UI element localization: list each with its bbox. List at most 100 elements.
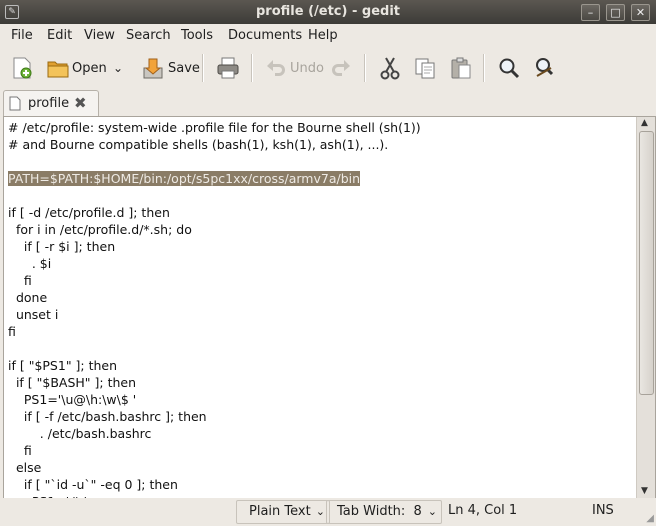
code-line-text: fi: [8, 324, 16, 339]
maximize-button[interactable]: □: [606, 4, 625, 21]
minimize-button[interactable]: –: [581, 4, 600, 21]
close-tab-icon[interactable]: ✖: [74, 94, 87, 112]
chevron-down-icon: ⌄: [315, 505, 325, 518]
resize-grip-icon[interactable]: ◢: [646, 513, 654, 524]
code-line-text: PS1='\u@\h:\w\$ ': [8, 392, 137, 407]
toolbar-separator: [483, 54, 485, 82]
undo-button[interactable]: Undo: [263, 52, 324, 84]
open-recent-dropdown[interactable]: ⌄: [113, 52, 123, 84]
code-line[interactable]: [8, 187, 633, 204]
open-folder-icon: [46, 56, 70, 80]
paste-clipboard-icon: [449, 56, 473, 80]
close-window-button[interactable]: ✕: [631, 4, 650, 21]
code-line-text: . /etc/bash.bashrc: [8, 426, 152, 441]
code-line-text: if [ "$PS1" ]; then: [8, 358, 118, 373]
code-line[interactable]: PS1='\u@\h:\w\$ ': [8, 391, 633, 408]
find-replace-button[interactable]: [533, 52, 557, 84]
code-line-text: . $i: [8, 256, 52, 271]
printer-icon: [216, 56, 240, 80]
tab-width-selector[interactable]: Tab Width: 8 ⌄: [326, 500, 442, 524]
code-line[interactable]: # and Bourne compatible shells (bash(1),…: [8, 136, 633, 153]
code-line[interactable]: [8, 153, 633, 170]
code-line[interactable]: unset i: [8, 306, 633, 323]
scroll-up-arrow-icon[interactable]: ▲: [641, 118, 648, 128]
code-line-text: if [ "$BASH" ]; then: [8, 375, 137, 390]
language-selector[interactable]: Plain Text ⌄: [236, 500, 330, 524]
save-icon: [141, 56, 165, 80]
undo-label: Undo: [290, 60, 324, 76]
title-bar: ✎ profile (/etc) - gedit – □ ✕: [0, 0, 656, 24]
redo-button[interactable]: [330, 52, 354, 84]
toolbar-separator: [364, 54, 366, 82]
scroll-down-arrow-icon[interactable]: ▼: [641, 486, 648, 496]
code-line-text: if [ -f /etc/bash.bashrc ]; then: [8, 409, 207, 424]
menu-tools[interactable]: Tools: [181, 28, 213, 43]
toolbar-separator: [202, 54, 204, 82]
code-line[interactable]: fi: [8, 272, 633, 289]
code-line[interactable]: if [ "$PS1" ]; then: [8, 357, 633, 374]
scrollbar-thumb[interactable]: [639, 131, 654, 395]
cut-button[interactable]: [378, 52, 402, 84]
code-line[interactable]: for i in /etc/profile.d/*.sh; do: [8, 221, 633, 238]
code-line-text: for i in /etc/profile.d/*.sh; do: [8, 222, 192, 237]
text-editor[interactable]: # /etc/profile: system-wide .profile fil…: [8, 119, 633, 498]
code-line[interactable]: done: [8, 289, 633, 306]
chevron-down-icon: ⌄: [427, 505, 437, 518]
code-line[interactable]: if [ -d /etc/profile.d ]; then: [8, 204, 633, 221]
editor-frame: # /etc/profile: system-wide .profile fil…: [3, 116, 656, 499]
document-tabs: profile ✖: [0, 90, 656, 117]
tab-label: profile: [28, 96, 70, 111]
code-line[interactable]: if [ "`id -u`" -eq 0 ]; then: [8, 476, 633, 493]
toolbar-separator: [251, 54, 253, 82]
code-line[interactable]: # /etc/profile: system-wide .profile fil…: [8, 119, 633, 136]
cursor-position: Ln 4, Col 1: [448, 503, 518, 518]
tab-profile[interactable]: profile ✖: [3, 90, 99, 117]
menu-view[interactable]: View: [84, 28, 115, 43]
menu-help[interactable]: Help: [308, 28, 338, 43]
code-line-text: if [ -r $i ]; then: [8, 239, 116, 254]
code-line[interactable]: fi: [8, 442, 633, 459]
code-line-text: fi: [8, 273, 32, 288]
menu-documents[interactable]: Documents: [228, 28, 302, 43]
copy-button[interactable]: [413, 52, 437, 84]
new-button[interactable]: [10, 52, 34, 84]
save-label: Save: [168, 60, 200, 76]
code-line[interactable]: . $i: [8, 255, 633, 272]
menu-file[interactable]: File: [11, 28, 33, 43]
code-line[interactable]: if [ -r $i ]; then: [8, 238, 633, 255]
code-line[interactable]: fi: [8, 323, 633, 340]
code-line[interactable]: else: [8, 459, 633, 476]
menubar: File Edit View Search Tools Documents He…: [0, 24, 656, 46]
insert-mode: INS: [592, 503, 614, 518]
save-button[interactable]: Save: [141, 52, 200, 84]
code-line[interactable]: if [ -f /etc/bash.bashrc ]; then: [8, 408, 633, 425]
code-line-text: unset i: [8, 307, 59, 322]
code-line-text: done: [8, 290, 48, 305]
find-button[interactable]: [497, 52, 521, 84]
window-title: profile (/etc) - gedit: [256, 4, 400, 19]
find-replace-icon: [533, 56, 557, 80]
code-line-text: PATH=$PATH:$HOME/bin:/opt/s5pc1xx/cross/…: [8, 171, 361, 186]
print-button[interactable]: [216, 52, 240, 84]
code-line[interactable]: if [ "$BASH" ]; then: [8, 374, 633, 391]
menu-edit[interactable]: Edit: [47, 28, 72, 43]
scissors-icon: [378, 56, 402, 80]
code-line-text: else: [8, 460, 42, 475]
menu-search[interactable]: Search: [126, 28, 171, 43]
chevron-down-icon: ⌄: [113, 61, 124, 75]
copy-icon: [413, 56, 437, 80]
language-label: Plain Text: [249, 504, 311, 519]
status-bar: Plain Text ⌄ Tab Width: 8 ⌄ Ln 4, Col 1 …: [0, 498, 656, 526]
code-line-text: fi: [8, 443, 32, 458]
code-line[interactable]: [8, 340, 633, 357]
open-button[interactable]: Open: [46, 52, 107, 84]
vertical-scrollbar[interactable]: ▲ ▼: [636, 117, 655, 498]
code-line[interactable]: PATH=$PATH:$HOME/bin:/opt/s5pc1xx/cross/…: [8, 170, 633, 187]
code-line-text: # and Bourne compatible shells (bash(1),…: [8, 137, 389, 152]
code-line-text: if [ "`id -u`" -eq 0 ]; then: [8, 477, 178, 492]
paste-button[interactable]: [449, 52, 473, 84]
new-document-icon: [10, 56, 34, 80]
code-line[interactable]: . /etc/bash.bashrc: [8, 425, 633, 442]
text-file-icon: [9, 96, 21, 115]
undo-icon: [263, 56, 287, 80]
